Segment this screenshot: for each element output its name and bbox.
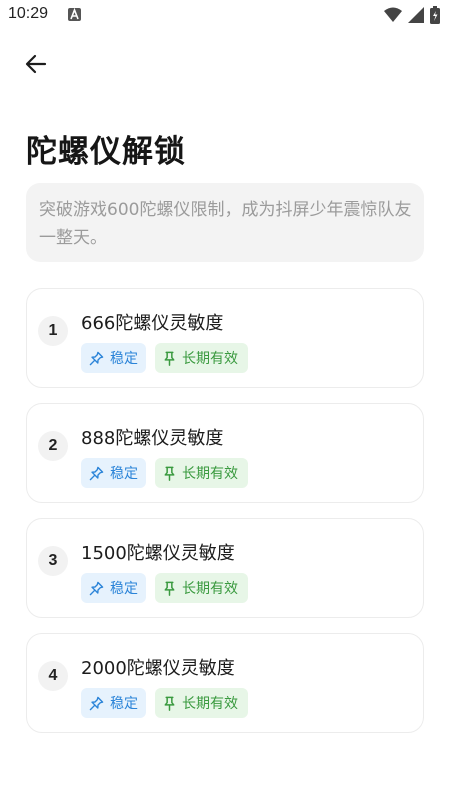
pushpin-icon (163, 696, 182, 711)
pin-icon (89, 351, 110, 366)
tag-stable: 稳定 (81, 458, 146, 488)
pushpin-icon (163, 466, 182, 481)
description-box: 突破游戏600陀螺仪限制，成为抖屏少年震惊队友一整天。 (26, 183, 424, 262)
pin-icon (89, 581, 110, 596)
tag-longterm: 长期有效 (155, 688, 248, 718)
battery-icon (430, 6, 440, 28)
list-item[interactable]: 2 888陀螺仪灵敏度稳定 长期有效 (26, 403, 424, 503)
list-item[interactable]: 4 2000陀螺仪灵敏度稳定 长期有效 (26, 633, 424, 733)
pushpin-icon (163, 581, 182, 596)
item-number-badge: 4 (38, 661, 68, 691)
list-item[interactable]: 3 1500陀螺仪灵敏度稳定 长期有效 (26, 518, 424, 618)
tag-stable-label: 稳定 (110, 351, 138, 367)
item-title: 666陀螺仪灵敏度 (81, 313, 224, 334)
tag-stable-label: 稳定 (110, 696, 138, 712)
tag-longterm-label: 长期有效 (182, 466, 238, 482)
tag-stable: 稳定 (81, 688, 146, 718)
pin-icon (89, 696, 110, 711)
item-title: 1500陀螺仪灵敏度 (81, 543, 235, 564)
status-time: 10:29 (8, 5, 49, 22)
item-number-badge: 3 (38, 546, 68, 576)
tag-stable-label: 稳定 (110, 466, 138, 482)
tag-stable: 稳定 (81, 343, 146, 373)
tag-longterm-label: 长期有效 (182, 696, 238, 712)
tag-longterm-label: 长期有效 (182, 581, 238, 597)
tag-longterm: 长期有效 (155, 458, 248, 488)
pin-icon (89, 466, 110, 481)
pushpin-icon (163, 351, 182, 366)
tag-stable-label: 稳定 (110, 581, 138, 597)
item-number-badge: 1 (38, 316, 68, 346)
signal-icon (408, 7, 424, 27)
notification-a-icon (68, 8, 81, 21)
tag-longterm: 长期有效 (155, 573, 248, 603)
description-text: 突破游戏600陀螺仪限制，成为抖屏少年震惊队友一整天。 (39, 200, 412, 248)
tag-longterm: 长期有效 (155, 343, 248, 373)
list-item[interactable]: 1 666陀螺仪灵敏度稳定 长期有效 (26, 288, 424, 388)
tag-longterm-label: 长期有效 (182, 351, 238, 367)
item-number-badge: 2 (38, 431, 68, 461)
arrow-left-icon (24, 52, 48, 80)
status-bar: 10:29 (0, 0, 450, 32)
item-title: 888陀螺仪灵敏度 (81, 428, 224, 449)
tag-stable: 稳定 (81, 573, 146, 603)
item-title: 2000陀螺仪灵敏度 (81, 658, 235, 679)
page-title: 陀螺仪解锁 (26, 134, 186, 170)
wifi-icon (384, 7, 402, 27)
back-button[interactable] (18, 48, 54, 84)
